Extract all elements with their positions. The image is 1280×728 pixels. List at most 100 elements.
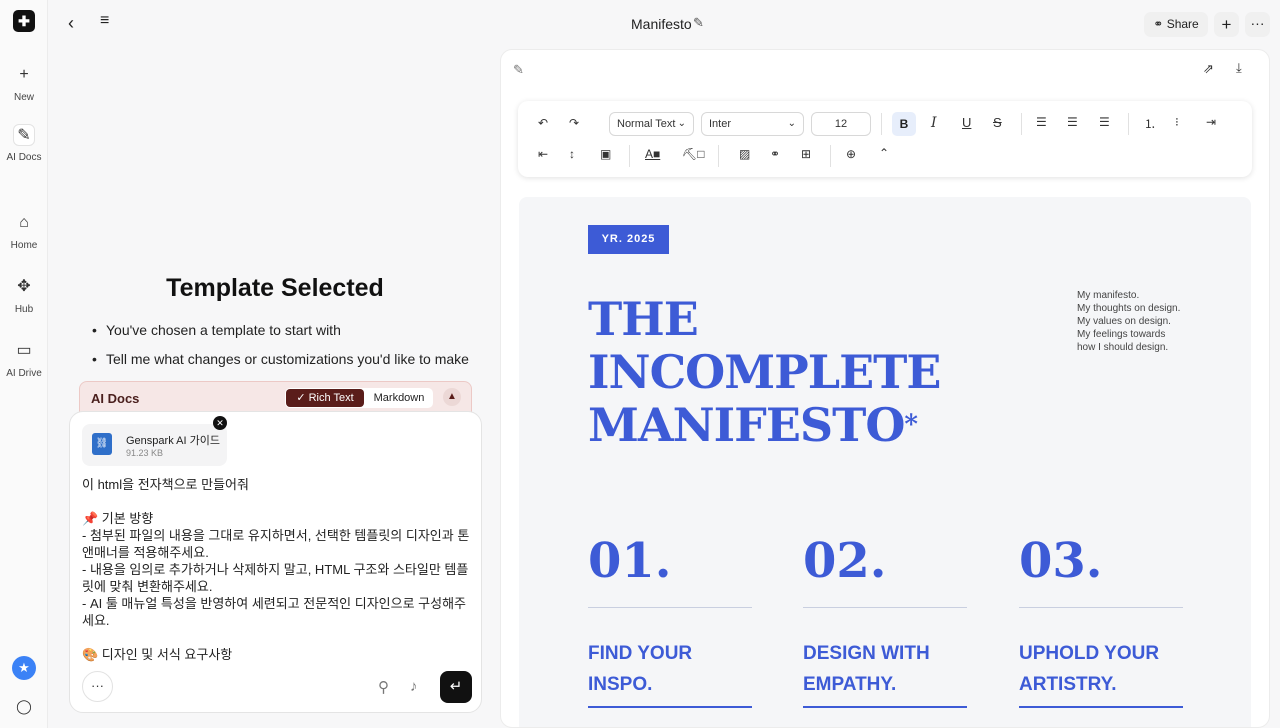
rail-item-label: New: [13, 92, 34, 103]
outdent-icon[interactable]: ⇤: [538, 147, 548, 161]
divider: [1128, 113, 1129, 135]
ai-docs-icon: ✎: [13, 124, 35, 146]
table-icon[interactable]: ⊞: [801, 147, 811, 161]
paperclip-icon[interactable]: ⚲: [378, 678, 389, 696]
share-button[interactable]: ⚭ Share: [1144, 12, 1208, 37]
gift-icon[interactable]: ★: [12, 656, 36, 680]
font-size-input[interactable]: 12: [811, 112, 871, 136]
principle-column: 03. UPHOLD YOUR ARTISTRY.: [1019, 533, 1183, 708]
rail-item-ai-drive[interactable]: ▭ AI Drive: [0, 340, 48, 379]
top-bar: ‹ ≡ Manifesto ✎ ⚭ Share + ···: [48, 0, 1280, 48]
html-file-icon: ⛓: [92, 433, 112, 455]
divider: [588, 607, 752, 608]
title-line: THE: [588, 292, 699, 346]
document-panel: ✎ ⇗ ⤓ ↶ ↷ Normal Text ⌄ Inter ⌄ 12 B I U…: [500, 49, 1270, 728]
plus-icon: +: [19, 66, 29, 83]
rail-item-new[interactable]: + New: [0, 64, 48, 103]
mode-bar-label: AI Docs: [91, 391, 140, 406]
text-style-select[interactable]: Normal Text ⌄: [609, 112, 694, 136]
chat-heading: Template Selected: [166, 274, 384, 302]
menu-icon[interactable]: ≡: [100, 12, 109, 30]
indent-icon[interactable]: ⇥: [1206, 115, 1216, 129]
select-all-icon[interactable]: ▣: [600, 147, 611, 161]
divider: [830, 145, 831, 167]
aside-line: My thoughts on design.: [1077, 303, 1181, 314]
manifesto-aside: My manifesto. My thoughts on design. My …: [1077, 289, 1180, 354]
font-select[interactable]: Inter ⌄: [701, 112, 804, 136]
principle-column: 02. DESIGN WITH EMPATHY.: [803, 533, 967, 708]
attachment-name: Genspark AI 가이드.html: [126, 435, 221, 447]
text-color-icon[interactable]: A■: [645, 147, 660, 161]
chevron-up-icon[interactable]: ▲: [443, 388, 461, 406]
underline-icon[interactable]: U: [962, 115, 971, 130]
document-page[interactable]: YR. 2025 THE INCOMPLETE MANIFESTO* My ma…: [519, 197, 1251, 727]
notes-icon[interactable]: ✎: [513, 62, 524, 78]
divider: [629, 145, 630, 167]
numbered-list-icon[interactable]: ⒈: [1144, 115, 1156, 132]
heading-line: UPHOLD YOUR: [1019, 643, 1160, 664]
app-logo-icon[interactable]: ✚: [13, 10, 35, 32]
new-tab-button[interactable]: +: [1214, 12, 1239, 37]
accent-bar: [588, 706, 752, 708]
rail-item-label: Home: [10, 240, 38, 251]
divider: [1019, 607, 1183, 608]
align-left-icon[interactable]: ☰: [1036, 115, 1047, 129]
link-icon[interactable]: ⚭: [770, 147, 780, 161]
heading-line: ARTISTRY.: [1019, 674, 1117, 695]
chat-bullet-list: You've chosen a template to start with T…: [92, 322, 469, 380]
home-icon: ⌂: [19, 214, 29, 231]
link-icon: ⚭: [1153, 17, 1164, 31]
italic-icon[interactable]: I: [931, 115, 937, 131]
more-options-button[interactable]: ···: [1245, 12, 1270, 37]
microphone-icon[interactable]: ♪: [410, 678, 418, 695]
hub-icon: ✥: [17, 278, 31, 295]
attachment-card[interactable]: ⛓ Genspark AI 가이드.html 91.23 KB: [82, 424, 227, 466]
divider: [1021, 113, 1022, 135]
attachment-size: 91.23 KB: [126, 448, 164, 458]
undo-icon[interactable]: ↶: [538, 116, 548, 130]
user-icon[interactable]: ◯: [16, 698, 32, 716]
rail-item-label: AI Drive: [6, 368, 42, 379]
principle-heading: FIND YOUR INSPO.: [588, 638, 752, 700]
remove-attachment-icon[interactable]: ✕: [213, 416, 227, 430]
line-height-icon[interactable]: ↕: [569, 147, 575, 161]
send-button[interactable]: ↵: [440, 671, 472, 703]
rail-item-hub[interactable]: ✥ Hub: [0, 276, 48, 315]
redo-icon[interactable]: ↷: [569, 116, 579, 130]
rail-item-label: Hub: [14, 304, 34, 315]
image-icon[interactable]: ▨: [739, 147, 750, 161]
rich-text-label: Rich Text: [308, 392, 354, 404]
strikethrough-icon[interactable]: S: [993, 115, 1002, 130]
rich-text-option[interactable]: ✓ Rich Text: [286, 389, 364, 407]
principle-heading: UPHOLD YOUR ARTISTRY.: [1019, 638, 1183, 700]
target-icon[interactable]: ⊕: [846, 147, 856, 161]
download-icon[interactable]: ⤓: [1236, 60, 1242, 76]
back-icon[interactable]: ‹: [68, 13, 74, 34]
markdown-option[interactable]: Markdown: [369, 389, 429, 407]
rail-item-home[interactable]: ⌂ Home: [0, 212, 48, 251]
text-style-value: Normal Text: [617, 118, 676, 130]
rail-item-label: AI Docs: [6, 152, 42, 163]
title-asterisk: *: [904, 410, 918, 440]
document-title: Manifesto: [631, 16, 692, 32]
bullet-list-icon[interactable]: ⁝: [1175, 115, 1179, 129]
rail-item-ai-docs[interactable]: ✎ AI Docs: [0, 124, 48, 163]
open-external-icon[interactable]: ⇗: [1203, 61, 1214, 77]
chat-composer: ⛓ Genspark AI 가이드.html 91.23 KB ✕ 이 html…: [69, 411, 482, 713]
principle-number: 01.: [588, 533, 672, 589]
manifesto-title: THE INCOMPLETE MANIFESTO*: [588, 292, 941, 452]
bold-icon[interactable]: B: [892, 112, 916, 136]
align-center-icon[interactable]: ☰: [1067, 115, 1078, 129]
format-toggle: ✓ Rich Text Markdown: [285, 388, 433, 408]
collapse-toolbar-icon[interactable]: ⌃: [879, 146, 889, 160]
aside-line: how I should design.: [1077, 342, 1169, 353]
highlight-color-icon[interactable]: ⛏□: [682, 147, 704, 161]
align-right-icon[interactable]: ☰: [1099, 115, 1110, 129]
principle-number: 02.: [803, 533, 887, 589]
edit-title-icon[interactable]: ✎: [693, 15, 704, 31]
message-input[interactable]: 이 html을 전자책으로 만들어줘 📌 기본 방향 - 첨부된 파일의 내용을…: [82, 476, 474, 663]
composer-more-button[interactable]: ···: [82, 671, 113, 702]
title-line: MANIFESTO*: [588, 399, 940, 452]
heading-line: DESIGN WITH: [803, 643, 930, 664]
accent-bar: [1019, 706, 1183, 708]
